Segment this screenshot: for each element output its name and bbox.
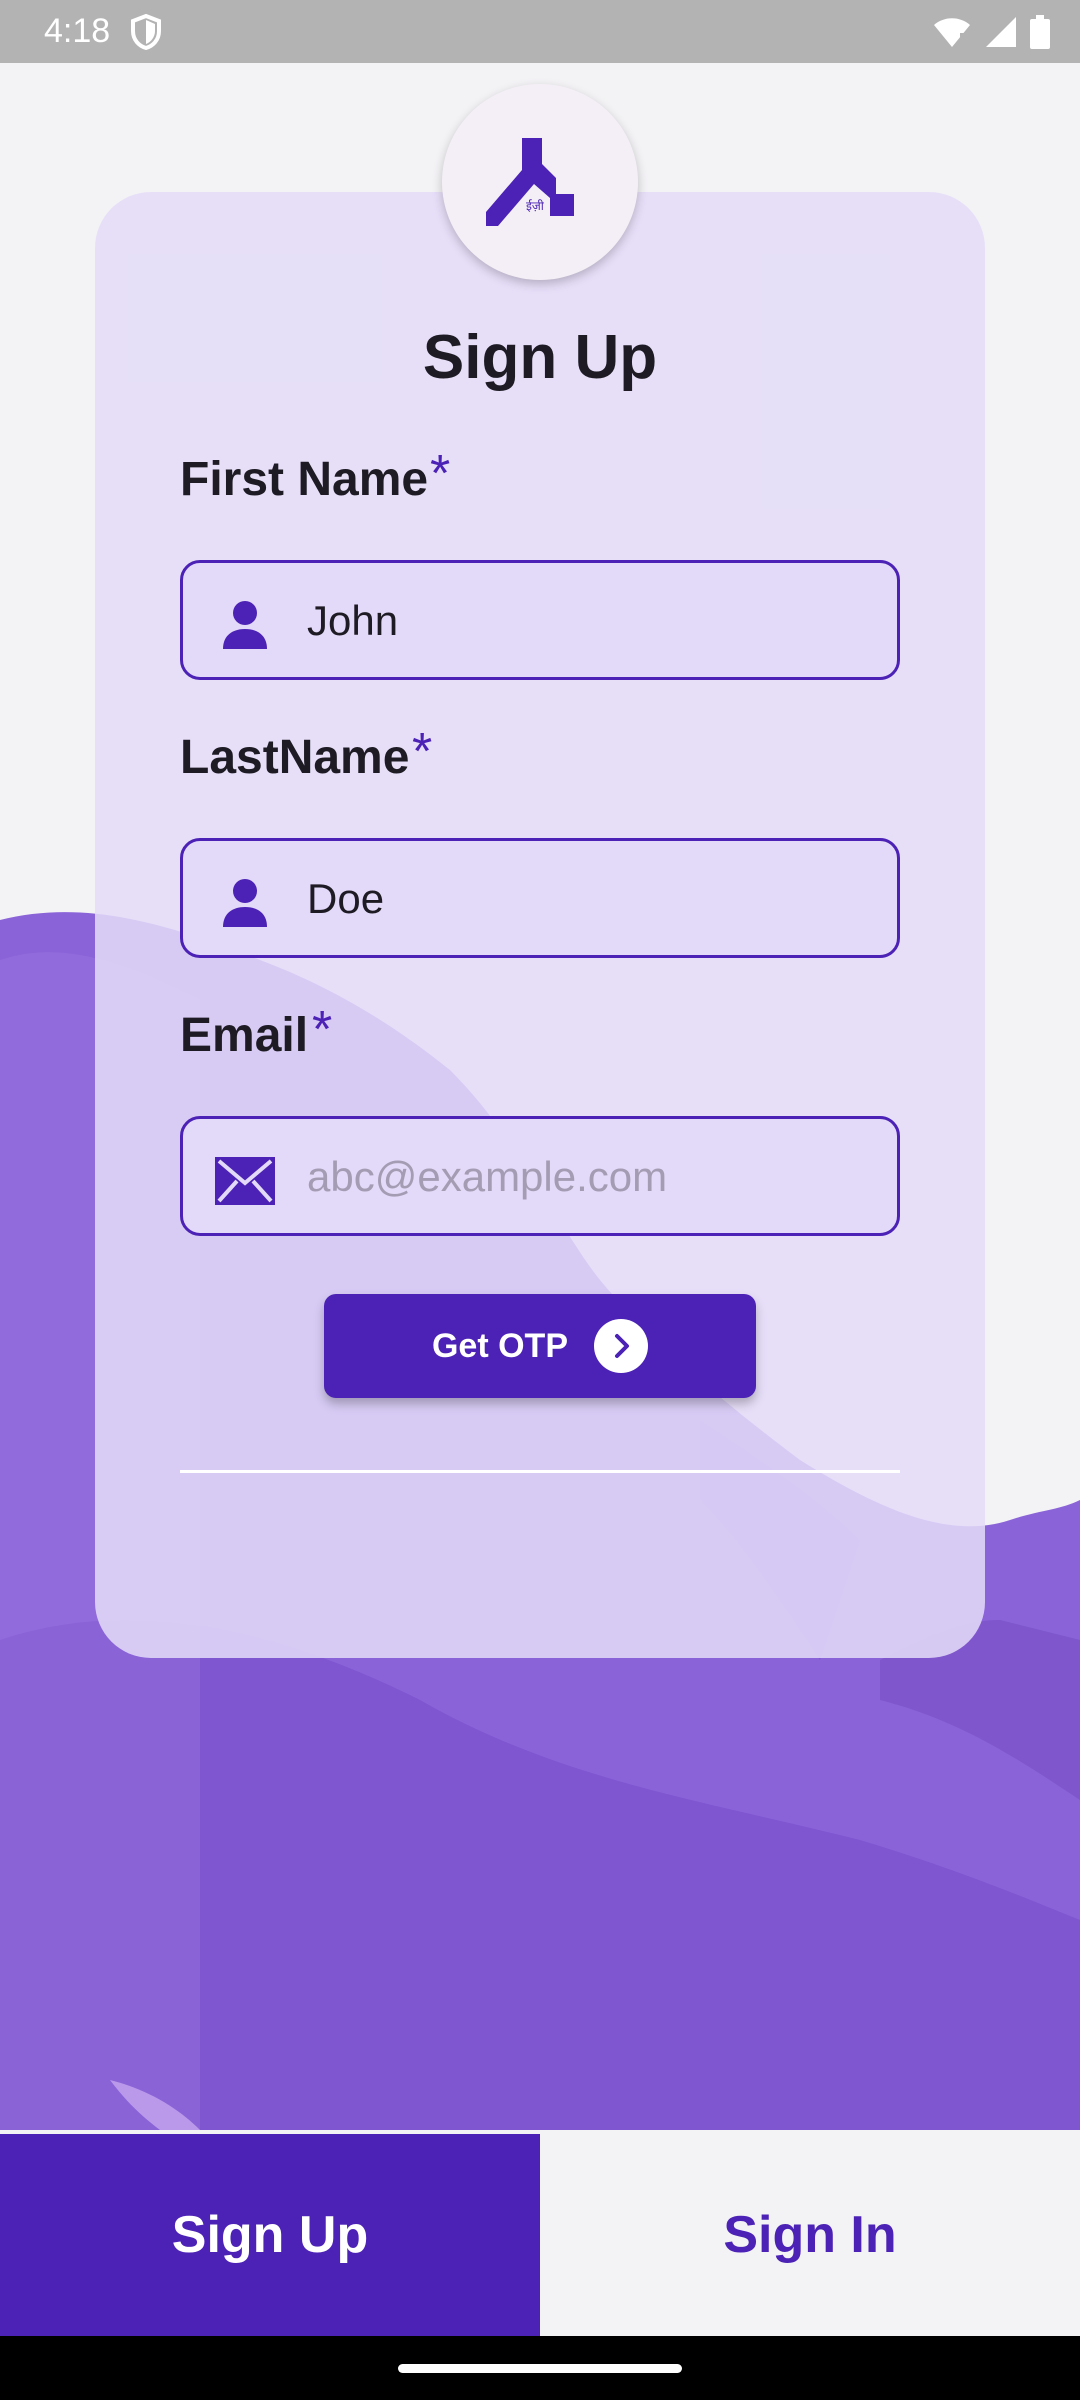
home-handle[interactable]: [398, 2364, 682, 2373]
first-name-value[interactable]: John: [307, 593, 398, 649]
chevron-right-icon: [594, 1319, 649, 1373]
mail-icon: [215, 1157, 275, 1205]
tab-sign-up[interactable]: Sign Up: [0, 2134, 540, 2336]
logo-tagline: ईज़ी: [526, 199, 545, 213]
signal-icon: [986, 17, 1016, 47]
last-name-label-text: LastName: [180, 731, 410, 784]
navigation-bar: [0, 2336, 1080, 2400]
required-mark: *: [312, 1001, 333, 1059]
tab-sign-in[interactable]: Sign In: [540, 2134, 1080, 2336]
first-name-field[interactable]: John: [180, 560, 900, 680]
email-label-text: Email: [180, 1009, 309, 1062]
divider: [180, 1470, 900, 1473]
logo-badge: ईज़ी: [442, 84, 638, 280]
last-name-label: LastName: [180, 730, 409, 785]
email-placeholder[interactable]: abc@example.com: [307, 1149, 667, 1205]
status-time: 4:18: [44, 12, 111, 50]
brand-logo-icon: ईज़ी: [486, 138, 574, 226]
person-icon: [223, 601, 267, 649]
get-otp-button[interactable]: Get OTP: [324, 1294, 756, 1398]
required-mark: *: [412, 723, 433, 781]
email-label: Email: [180, 1008, 308, 1063]
first-name-label-text: First Name: [180, 453, 429, 506]
email-field[interactable]: abc@example.com: [180, 1116, 900, 1236]
person-icon: [223, 879, 267, 927]
status-icons: [932, 14, 1050, 50]
get-otp-label: Get OTP: [431, 1326, 569, 1365]
required-mark: *: [430, 445, 451, 503]
status-bar: 4:18: [0, 0, 1080, 63]
page-title: Sign Up: [422, 323, 658, 392]
last-name-field[interactable]: Doe: [180, 838, 900, 958]
wifi-icon: [934, 18, 970, 47]
shield-icon: [131, 14, 161, 50]
last-name-value[interactable]: Doe: [307, 871, 384, 927]
battery-icon: [1030, 15, 1050, 49]
first-name-label: First Name: [180, 452, 428, 507]
